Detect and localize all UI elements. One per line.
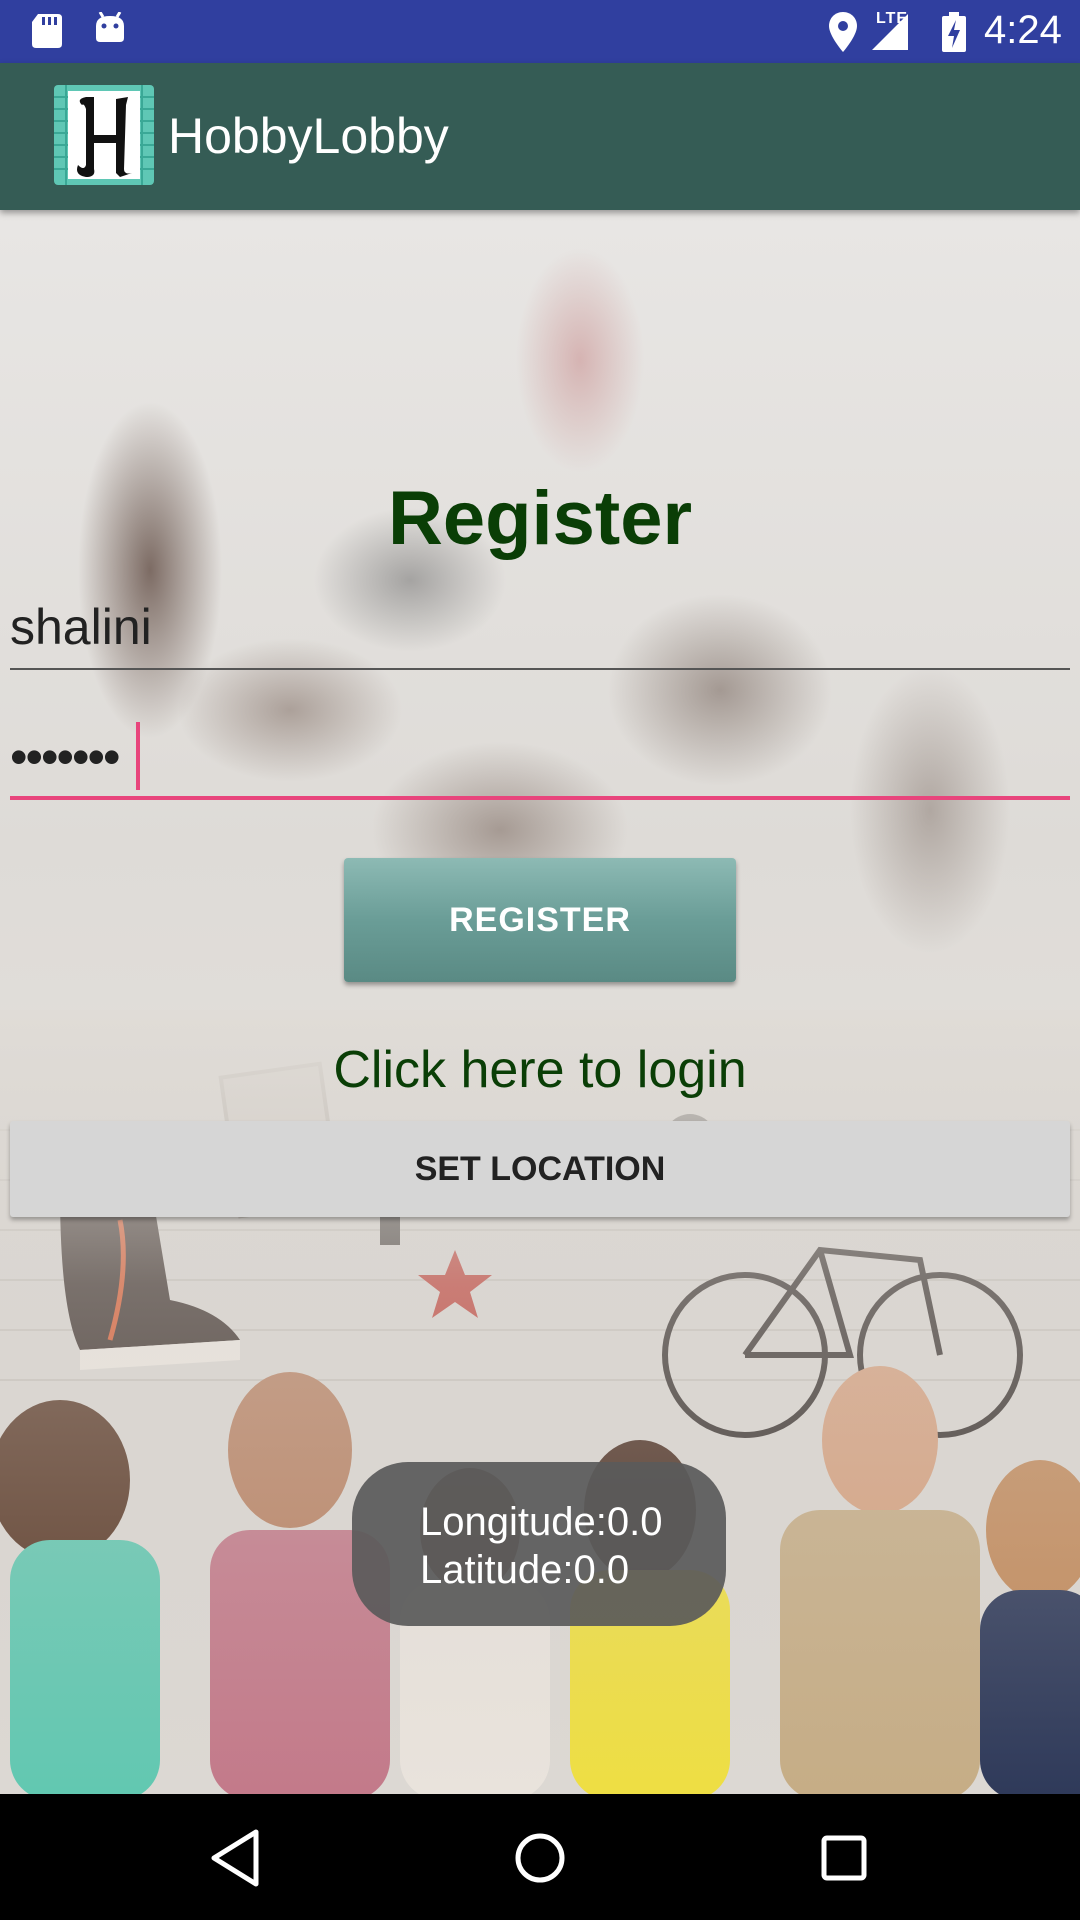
navigation-bar [0, 1794, 1080, 1920]
password-underline [10, 796, 1070, 800]
text-cursor [136, 722, 140, 790]
screen: LTE 4:24 HobbyLobby Register shalini •••… [0, 0, 1080, 1920]
app-toolbar: HobbyLobby [0, 63, 1080, 210]
sd-card-icon [32, 14, 62, 48]
register-button[interactable]: REGISTER [344, 858, 736, 982]
status-clock: 4:24 [984, 8, 1062, 52]
network-type-label: LTE [876, 10, 909, 27]
hobbylobby-logo-icon [54, 85, 154, 185]
toast-latitude: Latitude:0.0 [420, 1548, 630, 1592]
app-title: HobbyLobby [168, 108, 449, 164]
page-title: Register [387, 476, 693, 561]
password-field[interactable]: ••••••• [10, 722, 1070, 800]
register-content: Register shalini ••••••• REGISTER Click … [0, 210, 1080, 1794]
location-toast: Longitude:0.0 Latitude:0.0 [352, 1462, 726, 1626]
location-icon [829, 12, 857, 52]
password-value: ••••••• [10, 729, 121, 785]
username-field[interactable]: shalini [10, 599, 1070, 670]
battery-charging-icon [942, 12, 966, 52]
status-bar: LTE 4:24 [0, 0, 1080, 63]
set-location-button[interactable]: SET LOCATION [10, 1121, 1070, 1217]
home-icon[interactable] [502, 1820, 578, 1896]
back-icon[interactable] [198, 1820, 274, 1896]
login-link[interactable]: Click here to login [0, 1040, 1080, 1100]
username-underline [10, 668, 1070, 670]
toast-longitude: Longitude:0.0 [420, 1500, 663, 1544]
android-icon [96, 12, 124, 42]
recents-icon[interactable] [806, 1820, 882, 1896]
username-value: shalini [10, 599, 152, 655]
